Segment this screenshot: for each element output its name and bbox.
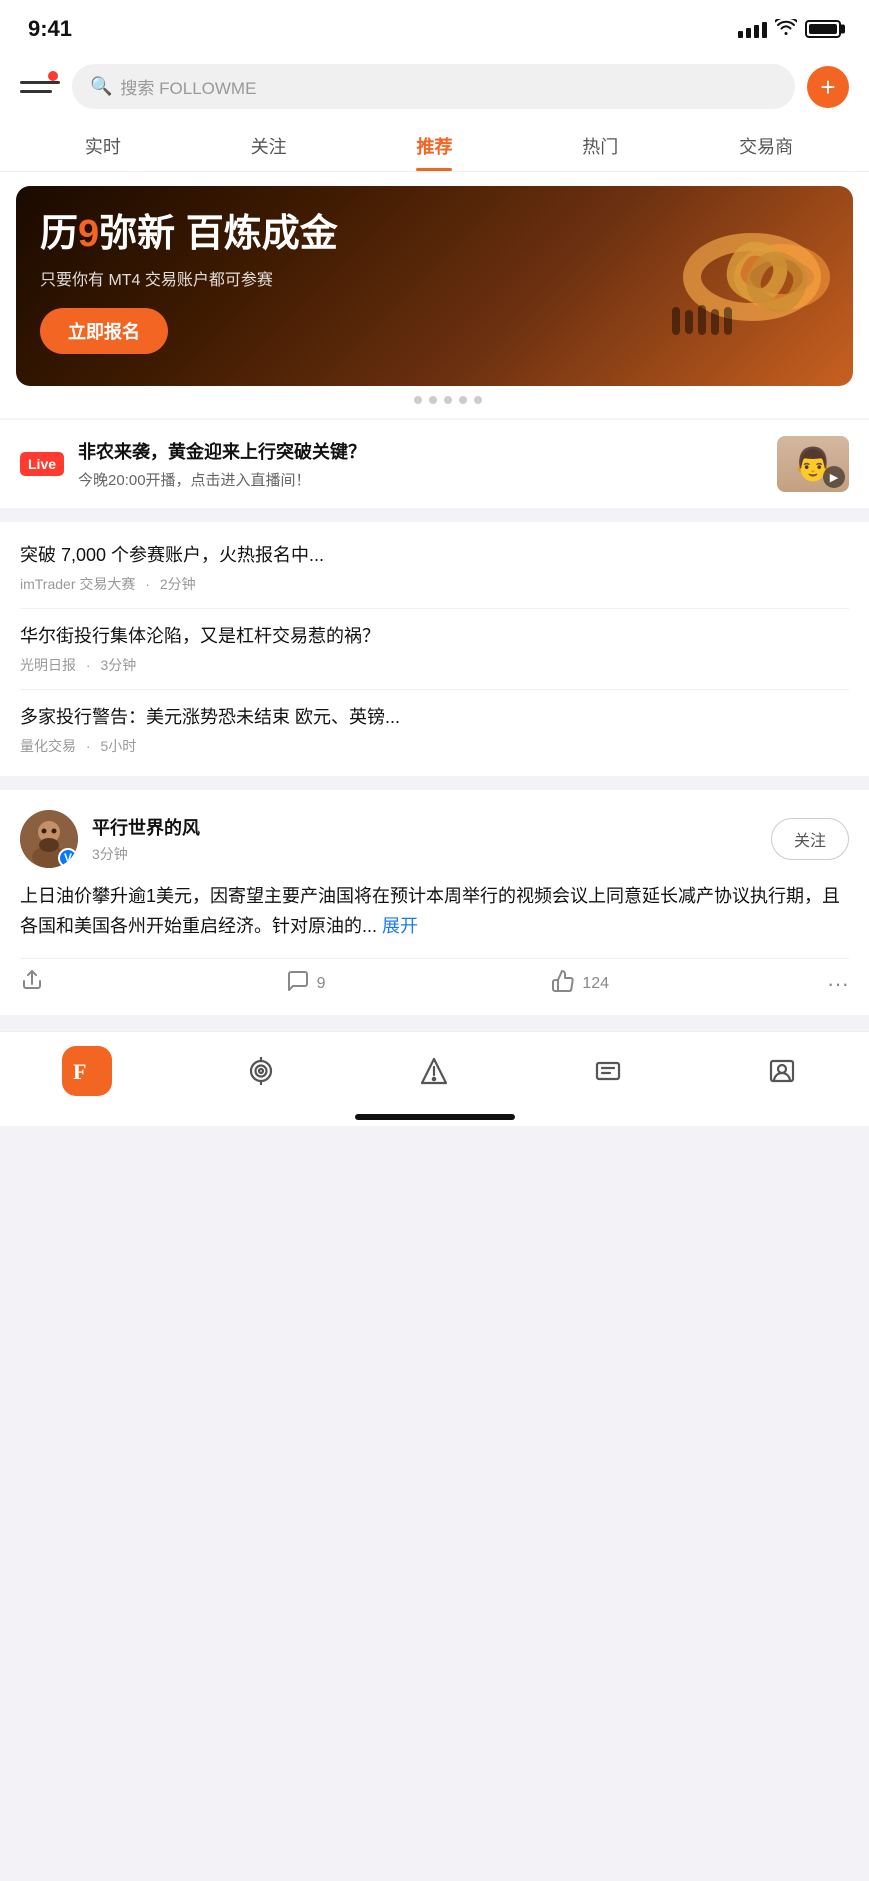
post-comment-action[interactable]: 9 bbox=[286, 969, 552, 999]
news-title-3: 多家投行警告：美元涨势恐未结束 欧元、英镑... bbox=[20, 704, 849, 730]
banner-container: 历9弥新 百炼成金 只要你有 MT4 交易账户都可参赛 立即报名 bbox=[0, 172, 869, 418]
post-time: 3分钟 bbox=[92, 844, 771, 864]
post-username: 平行世界的风 bbox=[92, 814, 771, 840]
news-item-1[interactable]: 突破 7,000 个参赛账户，火热报名中... imTrader 交易大赛 · … bbox=[20, 542, 849, 609]
tab-recommend[interactable]: 推荐 bbox=[352, 119, 518, 171]
status-time: 9:41 bbox=[28, 16, 72, 42]
search-icon: 🔍 bbox=[90, 76, 112, 97]
nav-trade[interactable] bbox=[348, 1046, 522, 1096]
tab-follow[interactable]: 关注 bbox=[186, 119, 352, 171]
follow-button[interactable]: 关注 bbox=[771, 818, 849, 860]
search-placeholder: 搜索 FOLLOWME bbox=[120, 74, 256, 99]
news-section: 突破 7,000 个参赛账户，火热报名中... imTrader 交易大赛 · … bbox=[0, 522, 869, 776]
home-icon: F bbox=[62, 1046, 112, 1096]
news-time-3: 5小时 bbox=[100, 738, 136, 754]
live-section[interactable]: Live 非农来袭，黄金迎来上行突破关键？ 今晚20:00开播，点击进入直播间！… bbox=[0, 420, 869, 508]
nav-messages[interactable] bbox=[521, 1046, 695, 1096]
tab-realtime[interactable]: 实时 bbox=[20, 119, 186, 171]
banner-dot-6 bbox=[474, 396, 482, 404]
live-thumbnail[interactable]: 👨 ▶ bbox=[777, 436, 849, 492]
post-share-action[interactable] bbox=[20, 969, 286, 999]
news-meta-2: 光明日报 · 3分钟 bbox=[20, 655, 849, 675]
play-button[interactable]: ▶ bbox=[823, 466, 845, 488]
header: 🔍 搜索 FOLLOWME + bbox=[0, 54, 869, 119]
status-bar: 9:41 bbox=[0, 0, 869, 54]
messages-icon bbox=[583, 1046, 633, 1096]
comment-count: 9 bbox=[317, 975, 326, 993]
tab-broker[interactable]: 交易商 bbox=[683, 119, 849, 171]
live-subtitle: 今晚20:00开播，点击进入直播间！ bbox=[78, 469, 763, 490]
banner-dot-3 bbox=[429, 396, 437, 404]
post-header: V 平行世界的风 3分钟 关注 bbox=[20, 810, 849, 868]
nav-profile[interactable] bbox=[695, 1046, 869, 1096]
signal-icon bbox=[738, 20, 767, 38]
search-bar[interactable]: 🔍 搜索 FOLLOWME bbox=[72, 64, 795, 109]
wifi-icon bbox=[775, 19, 797, 40]
post-user-info: 平行世界的风 3分钟 bbox=[92, 814, 771, 864]
news-time-1: 2分钟 bbox=[160, 576, 196, 592]
banner-dot-2 bbox=[414, 396, 422, 404]
banner[interactable]: 历9弥新 百炼成金 只要你有 MT4 交易账户都可参赛 立即报名 bbox=[16, 186, 853, 386]
battery-icon bbox=[805, 20, 841, 38]
like-icon bbox=[551, 969, 575, 999]
news-meta-3: 量化交易 · 5小时 bbox=[20, 736, 849, 756]
post-expand-button[interactable]: 展开 bbox=[382, 916, 418, 936]
status-icons bbox=[738, 19, 841, 40]
live-text: 非农来袭，黄金迎来上行突破关键？ 今晚20:00开播，点击进入直播间！ bbox=[78, 438, 763, 490]
news-item-3[interactable]: 多家投行警告：美元涨势恐未结束 欧元、英镑... 量化交易 · 5小时 bbox=[20, 690, 849, 756]
post-section: V 平行世界的风 3分钟 关注 上日油价攀升逾1美元，因寄望主要产油国将在预计本… bbox=[0, 790, 869, 1014]
news-title-1: 突破 7,000 个参赛账户，火热报名中... bbox=[20, 542, 849, 568]
verified-badge: V bbox=[58, 848, 78, 868]
banner-dots bbox=[16, 386, 853, 408]
post-content: 上日油价攀升逾1美元，因寄望主要产油国将在预计本周举行的视频会议上同意延长减产协… bbox=[20, 882, 849, 941]
news-title-2: 华尔街投行集体沦陷，又是杠杆交易惹的祸？ bbox=[20, 623, 849, 649]
news-source-3: 量化交易 bbox=[20, 738, 76, 754]
banner-dot-4 bbox=[444, 396, 452, 404]
nav-home[interactable]: F bbox=[0, 1046, 174, 1096]
news-item-2[interactable]: 华尔街投行集体沦陷，又是杠杆交易惹的祸？ 光明日报 · 3分钟 bbox=[20, 609, 849, 690]
more-options-button[interactable]: ··· bbox=[817, 971, 849, 997]
like-count: 124 bbox=[582, 975, 609, 993]
post-like-action[interactable]: 124 bbox=[551, 969, 817, 999]
news-source-2: 光明日报 bbox=[20, 657, 76, 673]
home-indicator bbox=[0, 1104, 869, 1126]
trade-icon bbox=[409, 1046, 459, 1096]
notification-dot bbox=[48, 71, 58, 81]
news-time-2: 3分钟 bbox=[100, 657, 136, 673]
bottom-nav: F bbox=[0, 1031, 869, 1104]
nav-tabs: 实时 关注 推荐 热门 交易商 bbox=[0, 119, 869, 172]
home-bar bbox=[355, 1114, 515, 1120]
profile-icon bbox=[757, 1046, 807, 1096]
banner-decoration bbox=[667, 202, 837, 357]
news-meta-1: imTrader 交易大赛 · 2分钟 bbox=[20, 574, 849, 594]
svg-text:F: F bbox=[73, 1059, 86, 1084]
nav-signal[interactable] bbox=[174, 1046, 348, 1096]
live-badge: Live bbox=[20, 452, 64, 476]
share-icon bbox=[20, 969, 44, 999]
banner-register-button[interactable]: 立即报名 bbox=[40, 308, 168, 354]
menu-button[interactable] bbox=[20, 71, 60, 103]
signal-nav-icon bbox=[236, 1046, 286, 1096]
banner-dot-1 bbox=[387, 396, 407, 404]
comment-icon bbox=[286, 969, 310, 999]
live-title: 非农来袭，黄金迎来上行突破关键？ bbox=[78, 438, 763, 464]
news-source-1: imTrader 交易大赛 bbox=[20, 576, 135, 592]
banner-dot-5 bbox=[459, 396, 467, 404]
post-actions: 9 124 ··· bbox=[20, 958, 849, 999]
tab-hot[interactable]: 热门 bbox=[517, 119, 683, 171]
add-button[interactable]: + bbox=[807, 66, 849, 108]
avatar[interactable]: V bbox=[20, 810, 78, 868]
